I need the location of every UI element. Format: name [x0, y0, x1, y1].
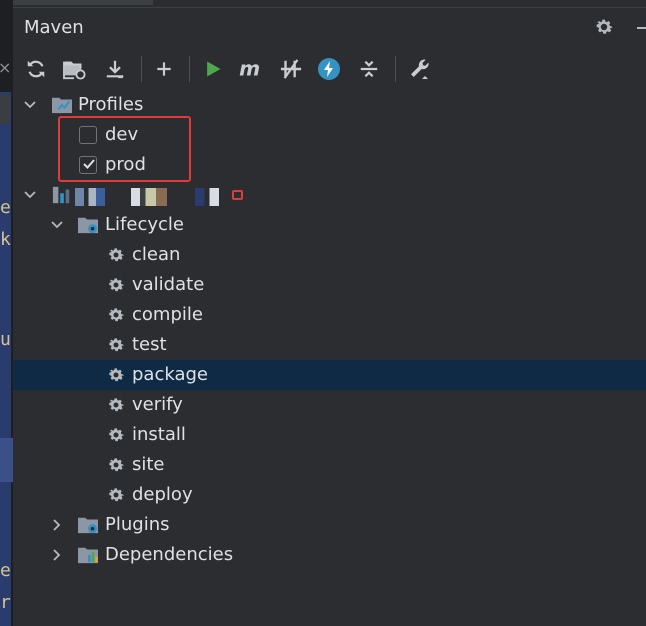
- generate-sources-icon[interactable]: [61, 55, 89, 83]
- settings-wrench-icon[interactable]: [406, 55, 434, 83]
- lifecycle-goal-install[interactable]: install: [13, 420, 646, 450]
- run-icon[interactable]: [199, 55, 227, 83]
- editor-selection-band: [0, 92, 11, 626]
- gear-icon: [106, 305, 126, 325]
- lifecycle-goal-label: verify: [132, 394, 183, 415]
- editor-current-line: [0, 438, 13, 482]
- panel-title: Maven: [24, 17, 84, 38]
- lifecycle-goal-label: compile: [132, 304, 203, 325]
- tree-node-label: Plugins: [105, 514, 170, 535]
- lifecycle-goal-package[interactable]: package: [13, 360, 646, 390]
- editor-text-fragment: e: [0, 198, 11, 218]
- checkmark-icon: [83, 159, 95, 169]
- redacted-project-name: [75, 188, 105, 206]
- lifecycle-goal-test[interactable]: test: [13, 330, 646, 360]
- profiles-folder-icon: [52, 97, 72, 114]
- svg-text:m: m: [239, 58, 260, 80]
- profile-item-dev[interactable]: dev: [13, 120, 646, 150]
- plugins-folder-icon: [78, 517, 98, 534]
- toolbar-separator: [189, 56, 190, 82]
- toolbar-separator: [395, 56, 396, 82]
- editor-text-fragment: u: [0, 330, 11, 350]
- gear-icon: [106, 395, 126, 415]
- lifecycle-goal-verify[interactable]: verify: [13, 390, 646, 420]
- gear-icon[interactable]: [593, 16, 615, 38]
- editor-text-fragment: r: [0, 593, 11, 613]
- tree-node-lifecycle[interactable]: Lifecycle: [13, 210, 646, 240]
- skip-tests-icon[interactable]: [277, 55, 305, 83]
- editor-tab-marker: [0, 94, 10, 124]
- editor-gutter-strip: × e k u e r: [0, 0, 13, 626]
- gear-icon: [106, 275, 126, 295]
- collapse-all-icon[interactable]: [355, 55, 383, 83]
- gear-icon: [106, 485, 126, 505]
- profile-label: dev: [105, 124, 139, 145]
- lifecycle-goal-label: clean: [132, 244, 181, 265]
- lifecycle-goal-clean[interactable]: clean: [13, 240, 646, 270]
- lifecycle-folder-icon: [78, 217, 98, 234]
- toolbar-separator: [141, 56, 142, 82]
- chevron-right-icon[interactable]: [50, 518, 64, 532]
- gear-icon: [106, 335, 126, 355]
- lifecycle-goal-label: install: [132, 424, 186, 445]
- editor-text-fragment: e: [0, 561, 11, 581]
- redacted-project-name: [195, 188, 219, 206]
- lifecycle-goal-site[interactable]: site: [13, 450, 646, 480]
- chevron-right-icon[interactable]: [50, 548, 64, 562]
- reload-icon[interactable]: [22, 55, 50, 83]
- tree-node-profiles[interactable]: Profiles: [13, 90, 646, 120]
- redacted-project-name: [131, 188, 167, 206]
- lifecycle-goal-label: package: [132, 364, 208, 385]
- profile-checkbox-dev[interactable]: [79, 126, 97, 144]
- lifecycle-goal-compile[interactable]: compile: [13, 300, 646, 330]
- tree-node-label: Lifecycle: [105, 214, 184, 235]
- chevron-down-icon[interactable]: [23, 188, 37, 202]
- tree-node-label: Dependencies: [105, 544, 234, 565]
- gear-icon: [106, 365, 126, 385]
- chevron-down-icon[interactable]: [50, 218, 64, 232]
- editor-text-fragment: k: [0, 230, 11, 250]
- maven-panel-header: Maven: [13, 8, 646, 46]
- tree-node-dependencies[interactable]: Dependencies: [13, 540, 646, 570]
- offline-icon[interactable]: [315, 55, 343, 83]
- tree-node-label: Profiles: [78, 94, 144, 115]
- chevron-down-icon[interactable]: [23, 98, 37, 112]
- profile-label: prod: [105, 154, 146, 175]
- gear-icon: [106, 245, 126, 265]
- close-icon[interactable]: ×: [0, 58, 11, 77]
- lifecycle-goal-deploy[interactable]: deploy: [13, 480, 646, 510]
- dependencies-folder-icon: [78, 547, 98, 564]
- lifecycle-goal-label: validate: [132, 274, 205, 295]
- lifecycle-goal-label: site: [132, 454, 165, 475]
- lifecycle-goal-validate[interactable]: validate: [13, 270, 646, 300]
- tree-node-project[interactable]: [13, 180, 646, 210]
- lifecycle-goal-label: deploy: [132, 484, 193, 505]
- lifecycle-goal-label: test: [132, 334, 167, 355]
- maven-toolbar: m: [13, 50, 646, 88]
- gear-icon: [106, 425, 126, 445]
- maven-project-icon: [52, 186, 70, 204]
- minimize-button[interactable]: [633, 16, 646, 38]
- redacted-marker: [232, 190, 243, 200]
- add-icon[interactable]: [150, 55, 178, 83]
- profile-item-prod[interactable]: prod: [13, 150, 646, 180]
- tree-node-plugins[interactable]: Plugins: [13, 510, 646, 540]
- active-tab-marker: [13, 0, 153, 5]
- gear-icon: [106, 455, 126, 475]
- execute-goal-icon[interactable]: m: [237, 55, 265, 83]
- tab-strip: [13, 0, 646, 8]
- download-icon[interactable]: [101, 55, 129, 83]
- profile-checkbox-prod[interactable]: [79, 156, 97, 174]
